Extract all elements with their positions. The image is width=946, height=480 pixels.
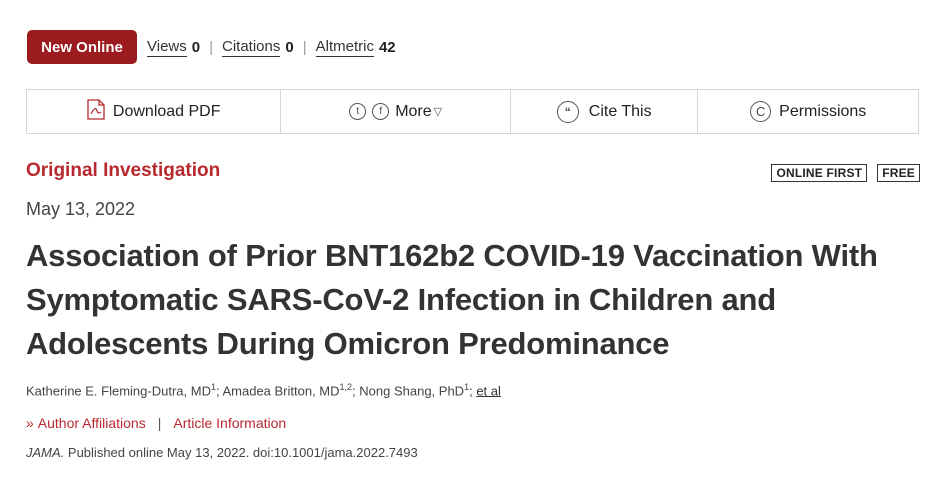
twitter-icon[interactable]: t: [349, 103, 367, 120]
author-name[interactable]: Katherine E. Fleming-Dutra, MD: [26, 383, 211, 398]
article-category[interactable]: Original Investigation: [26, 160, 220, 182]
share-more-button[interactable]: t f More ▽: [281, 90, 511, 133]
article-metrics-bar: New Online Views 0 | Citations 0 | Altme…: [27, 30, 396, 64]
metrics: Views 0 | Citations 0 | Altmetric 42: [147, 38, 396, 57]
journal-name: JAMA.: [26, 445, 65, 460]
article-information-link[interactable]: Article Information: [173, 415, 286, 431]
metric-altmetric-label[interactable]: Altmetric: [315, 38, 374, 57]
free-badge: FREE: [877, 164, 920, 182]
citation-text: Published online May 13, 2022. doi:10.10…: [64, 445, 418, 460]
online-first-badge: ONLINE FIRST: [771, 164, 868, 182]
metric-citations-label[interactable]: Citations: [222, 38, 281, 57]
pdf-icon: [87, 98, 105, 125]
double-chevron-right-icon: »: [26, 415, 34, 431]
citation-line: JAMA. Published online May 13, 2022. doi…: [26, 445, 418, 460]
article-info-links: » Author Affiliations | Article Informat…: [26, 415, 286, 431]
author-affiliations-link[interactable]: Author Affiliations: [38, 415, 146, 431]
metric-citations-value: 0: [285, 38, 294, 56]
author-list: Katherine E. Fleming-Dutra, MD1; Amadea …: [26, 382, 501, 398]
more-label[interactable]: More: [395, 103, 431, 121]
download-pdf-label: Download PDF: [112, 102, 221, 120]
permissions-button[interactable]: C Permissions: [698, 90, 918, 133]
article-title: Association of Prior BNT162b2 COVID-19 V…: [26, 238, 878, 361]
link-separator: |: [157, 415, 162, 431]
download-pdf-button[interactable]: Download PDF: [27, 90, 282, 133]
copyright-icon: C: [750, 101, 772, 122]
author-affiliation-number: 1,2: [339, 382, 353, 392]
metric-altmetric-value: 42: [378, 38, 396, 56]
metric-divider: |: [302, 38, 307, 56]
facebook-icon[interactable]: f: [372, 103, 390, 120]
cite-this-label: Cite This: [588, 102, 652, 120]
dropdown-triangle-icon: ▽: [433, 106, 443, 118]
article-toolbar: Download PDF t f More ▽ “ Cite This C Pe…: [26, 89, 919, 134]
metric-views-label[interactable]: Views: [147, 38, 187, 57]
publication-date: May 13, 2022: [26, 199, 136, 219]
author-name[interactable]: Nong Shang, PhD: [359, 383, 464, 398]
article-badges: ONLINE FIRST FREE: [761, 164, 920, 182]
metric-citations[interactable]: Citations 0: [222, 38, 294, 57]
new-online-badge[interactable]: New Online: [27, 30, 137, 64]
metric-divider: |: [209, 38, 213, 56]
cite-this-button[interactable]: “ Cite This: [511, 90, 699, 133]
metric-altmetric[interactable]: Altmetric 42: [315, 38, 396, 57]
author-name[interactable]: Amadea Britton, MD: [222, 383, 339, 398]
metric-views[interactable]: Views 0: [147, 38, 200, 57]
et-al-link[interactable]: et al: [476, 383, 501, 398]
permissions-label: Permissions: [779, 102, 867, 120]
metric-views-value: 0: [191, 38, 201, 56]
quote-icon: “: [556, 100, 579, 123]
